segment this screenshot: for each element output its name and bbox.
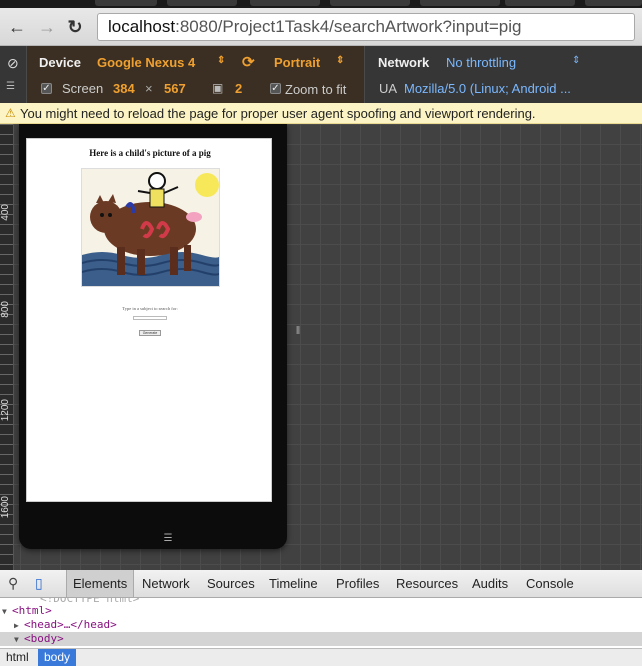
warning-icon: ⚠: [5, 106, 16, 120]
tab-resources[interactable]: Resources: [390, 570, 464, 597]
crumb-html[interactable]: html: [0, 649, 35, 666]
device-emulation-bar: ⊘ ☰ Device Google Nexus 4 ⇕ ⟳ Portrait ⇕…: [0, 46, 642, 103]
child-pig-drawing: [82, 169, 219, 286]
tab[interactable]: [505, 0, 575, 6]
device-frame: Here is a child's picture of a pig Type …: [19, 124, 300, 549]
disable-emulation-icon[interactable]: ⊘: [7, 55, 19, 72]
page-heading: Here is a child's picture of a pig: [89, 148, 211, 158]
screen-height-field[interactable]: 567: [164, 81, 186, 96]
dpr-field[interactable]: 2: [235, 81, 242, 96]
tab[interactable]: [585, 0, 642, 6]
back-icon[interactable]: ←: [6, 16, 28, 38]
device-select[interactable]: Google Nexus 4: [97, 55, 195, 70]
resize-handle-icon[interactable]: ☰: [161, 534, 175, 544]
tab-profiles[interactable]: Profiles: [330, 570, 385, 597]
tab-strip[interactable]: [0, 0, 642, 8]
device-label: Device: [39, 55, 81, 70]
tree-line-html[interactable]: ▼ <html>: [2, 604, 642, 618]
devtools-tabbar: ⚲ ▯ Elements Network Sources Timeline Pr…: [0, 570, 642, 598]
network-throttle-select[interactable]: No throttling: [446, 55, 516, 70]
tab[interactable]: [250, 0, 320, 6]
url-host: localhost: [108, 17, 176, 36]
divider: [26, 46, 27, 103]
search-input[interactable]: [133, 316, 167, 320]
expand-icon[interactable]: ▶: [14, 619, 24, 633]
select-arrows-icon: ⇕: [572, 55, 581, 66]
screen-width-field[interactable]: 384: [113, 81, 135, 96]
reload-icon[interactable]: ↻: [64, 16, 86, 38]
ua-label: UA: [379, 81, 398, 96]
emulated-screen[interactable]: Here is a child's picture of a pig Type …: [26, 138, 272, 502]
collapse-icon[interactable]: ▼: [2, 605, 12, 619]
tree-tag: <html>: [12, 604, 52, 617]
tab[interactable]: [95, 0, 157, 6]
generate-button[interactable]: Generate: [139, 330, 161, 336]
tree-line-head[interactable]: ▶ <head>…</head>: [14, 618, 642, 632]
resize-handle-icon[interactable]: ‖: [291, 324, 305, 338]
breadcrumb: html body: [0, 648, 642, 666]
divider: [364, 46, 365, 103]
collapse-icon[interactable]: ▼: [14, 633, 24, 647]
tab[interactable]: [167, 0, 237, 6]
times-sign: ×: [145, 81, 153, 96]
tree-tag: <head>…</head>: [24, 618, 117, 631]
ruler-mark: 400: [0, 204, 11, 221]
zoom-to-fit-checkbox[interactable]: ✓: [270, 83, 281, 94]
vertical-ruler: 400 800 1200 1600: [0, 124, 14, 570]
network-label: Network: [378, 55, 430, 70]
search-icon[interactable]: ⚲: [8, 576, 18, 590]
tree-line-body[interactable]: ▼ <body>: [0, 632, 642, 646]
emulation-stage: 400 800 1200 1600 Here is a child's pict…: [0, 124, 642, 570]
crumb-body[interactable]: body: [38, 649, 77, 666]
dom-tree: <!DOCTYPE html> ▼ <html> ▶ <head>…</head> …: [0, 598, 642, 650]
devtools-panel: ⚲ ▯ Elements Network Sources Timeline Pr…: [0, 570, 642, 670]
warning-bar: ⚠ You might need to reload the page for …: [0, 103, 642, 124]
select-arrows-icon: ⇕: [336, 55, 345, 66]
device-mode-icon[interactable]: ▯: [35, 576, 43, 590]
artwork-image: [81, 168, 220, 287]
url-path: :8080/Project1Task4/searchArtwork?input=…: [175, 17, 522, 36]
forward-icon[interactable]: →: [36, 16, 58, 38]
tree-tag: <body>: [24, 632, 64, 645]
tab-timeline[interactable]: Timeline: [263, 570, 324, 597]
address-bar[interactable]: localhost:8080/Project1Task4/searchArtwo…: [97, 13, 635, 41]
search-prompt: Type in a subject to search for:: [122, 306, 178, 311]
tab-sources[interactable]: Sources: [201, 570, 261, 597]
media-query-icon[interactable]: ☰: [6, 81, 15, 92]
ruler-mark: 1200: [0, 399, 11, 422]
tab[interactable]: [420, 0, 500, 6]
swap-dimensions-icon[interactable]: ⟳: [242, 53, 255, 71]
zoom-to-fit-label: Zoom to fit: [285, 82, 347, 97]
user-agent-field[interactable]: Mozilla/5.0 (Linux; Android ...: [404, 81, 571, 96]
screen-label: Screen: [62, 81, 104, 96]
toolbar: ← → ↻ localhost:8080/Project1Task4/searc…: [0, 8, 642, 46]
warning-text: You might need to reload the page for pr…: [20, 106, 536, 121]
tab[interactable]: [330, 0, 410, 6]
ruler-mark: 1600: [0, 496, 11, 519]
device-pixel-ratio-icon: ▣: [212, 81, 224, 95]
tab-console[interactable]: Console: [520, 570, 580, 597]
screen-checkbox[interactable]: ✓: [41, 83, 52, 94]
tab-elements[interactable]: Elements: [66, 570, 135, 597]
tab-network[interactable]: Network: [136, 570, 196, 597]
select-arrows-icon: ⇕: [217, 55, 226, 66]
tab-audits[interactable]: Audits: [466, 570, 514, 597]
browser-window: { "browser": { "url_host": "localhost", …: [0, 0, 642, 670]
orientation-select[interactable]: Portrait: [274, 55, 320, 70]
ruler-mark: 800: [0, 301, 11, 318]
